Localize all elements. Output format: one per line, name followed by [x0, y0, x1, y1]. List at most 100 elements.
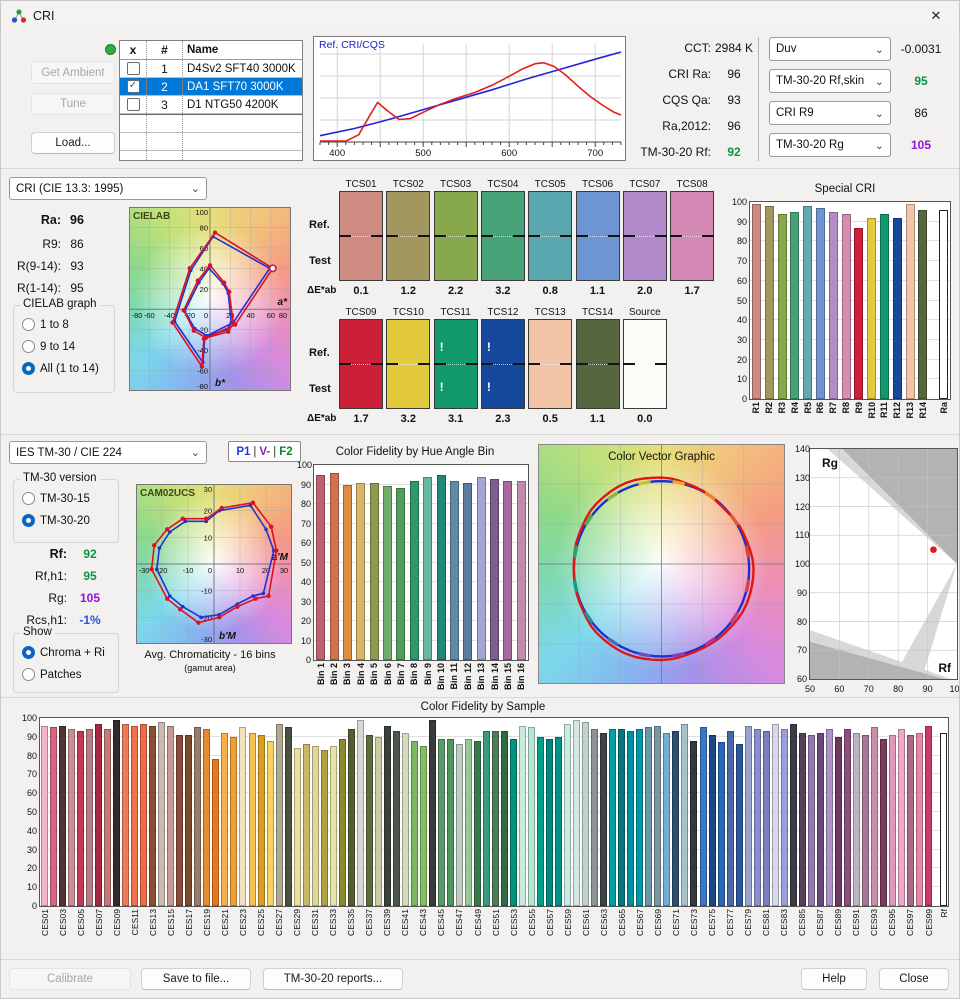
delta-e-value-TCS12: 2.3: [495, 413, 511, 425]
y-tick-label: 30: [736, 334, 747, 345]
bar-Bin 4: [356, 482, 366, 660]
column-header-name: Name: [182, 41, 302, 59]
bar-R13: [905, 204, 915, 399]
tcs-label-TCS04: TCS04: [487, 179, 519, 190]
table-row[interactable]: 1 D4Sv2 SFT40 3000K: [120, 60, 302, 78]
tm30-reports-button[interactable]: TM-30-20 reports...: [263, 968, 403, 990]
bar-R4: [790, 211, 800, 399]
delta-e-value-TCS06: 1.1: [589, 285, 606, 297]
warning-icon: !: [486, 340, 491, 354]
tcs-label-TCS06: TCS06: [581, 179, 614, 190]
bar-Bin 9: [423, 476, 433, 660]
row-checkbox-cell: [120, 96, 146, 113]
calibrate-button[interactable]: Calibrate: [9, 968, 131, 990]
tcs-label-TCS14: TCS14: [581, 307, 614, 318]
tune-button[interactable]: Tune: [31, 93, 115, 115]
pvf-f2: F2: [279, 445, 293, 458]
bar-R11: [879, 213, 889, 399]
chart-subcaption: (gamut area): [184, 663, 236, 673]
close-window-button[interactable]: Close: [879, 968, 949, 990]
delta-e-value-TCS05: 0.8: [542, 285, 558, 297]
radio-dot: [22, 514, 35, 527]
x-tick-label: Bin 14: [489, 663, 500, 691]
x-tick-label: CES93: [869, 909, 880, 936]
x-tick-label: R13: [905, 402, 915, 419]
radio-patches[interactable]: Patches: [22, 668, 82, 681]
radio-all-1-to-14[interactable]: All (1 to 14): [22, 362, 99, 375]
divider: [758, 37, 759, 161]
x-tick-label: CES05: [75, 909, 86, 936]
load-button[interactable]: Load...: [31, 132, 115, 154]
svg-text:40: 40: [246, 311, 254, 320]
save-to-file-button[interactable]: Save to file...: [141, 968, 251, 990]
bar-CES44: [428, 719, 436, 906]
bar-CES31: [311, 746, 319, 906]
patch-dash: [560, 235, 573, 237]
bar-CES80: [753, 729, 761, 906]
y-tick-label: 40: [736, 315, 747, 326]
pvf-separator: |: [273, 445, 277, 458]
row-number: 1: [146, 60, 182, 77]
show-group: Show Chroma + Ri Patches: [13, 626, 119, 693]
patch-dash: [607, 235, 620, 237]
close-button[interactable]: ✕: [921, 5, 951, 27]
y-tick-label: 100: [795, 559, 811, 569]
metric-dropdown-3[interactable]: CRI R9 ⌄: [769, 101, 891, 125]
checkbox-checked[interactable]: ✓: [126, 80, 140, 93]
color-vector-graphic: Color Vector Graphic: [538, 444, 785, 684]
tcs-label-TCS05: TCS05: [534, 179, 566, 190]
rf-h1-value: 95: [83, 569, 97, 583]
x-tick-label: Bin 15: [502, 663, 513, 691]
bar-Rf: [940, 733, 947, 906]
pvf-toggle-button[interactable]: P1 | V- | F2: [228, 441, 301, 462]
patch-dash: [512, 363, 525, 365]
x-tick-label: CES73: [688, 909, 699, 936]
bar-CES73: [690, 740, 698, 906]
metric-dropdown-2[interactable]: TM-30-20 Rf,skin ⌄: [769, 69, 891, 93]
metric-dropdown-4[interactable]: TM-30-20 Rg ⌄: [769, 133, 891, 157]
help-button[interactable]: Help: [801, 968, 867, 990]
radio-9-to-14[interactable]: 9 to 14: [22, 340, 75, 353]
ces-fidelity-chart: Color Fidelity by Sample CES01 CES03 CES05 C…: [9, 701, 957, 957]
bar-CES37: [365, 734, 373, 906]
r1-14-value: 95: [70, 281, 84, 295]
source-table-header: x # Name: [120, 41, 302, 60]
y-tick-label: 60: [300, 538, 311, 548]
patch-dash: [654, 235, 667, 237]
ces-plot: [39, 717, 949, 907]
x-tick-label: Bin 7: [395, 663, 406, 686]
bar-CES86: [807, 734, 815, 906]
radio-1-to-8[interactable]: 1 to 8: [22, 318, 69, 331]
tcs-patch-area: TCS01 0.1 TCS02 1.2 TCS03 2.2 TCS04 3.2 TCS05 0.8…: [307, 177, 731, 431]
get-ambient-button[interactable]: Get Ambient: [31, 61, 115, 84]
spectral-chart-title: Ref. CRI/CQS: [319, 39, 385, 51]
patch-dash: [339, 363, 351, 365]
radio-tm-30-20[interactable]: TM-30-20: [22, 514, 90, 527]
patch-dash: [386, 363, 399, 365]
bar-Bin 16: [516, 480, 526, 660]
x-tick-label: R2: [764, 402, 775, 414]
x-tick-label: Bin 1: [315, 663, 326, 686]
chevron-down-icon: ⌄: [874, 75, 884, 88]
radio-chroma-ri[interactable]: Chroma + Ri: [22, 646, 105, 659]
y-tick-label: 40: [26, 825, 37, 836]
tm30-method-dropdown[interactable]: IES TM-30 / CIE 224 ⌄: [9, 441, 207, 464]
checkbox[interactable]: [126, 62, 140, 75]
table-row[interactable]: 3 D1 NTG50 4200K: [120, 96, 302, 114]
cri-window: CRI ✕ Get Ambient Tune Load... x # Name …: [0, 0, 960, 999]
table-row[interactable]: ✓ 2 DA1 SFT70 3000K: [120, 78, 302, 96]
rcs-h1-label: Rcs,h1:: [26, 613, 67, 627]
dropdown-value: TM-30-20 Rf,skin: [776, 75, 865, 87]
bar-R9: [854, 227, 864, 399]
group-title: TM-30 version: [20, 472, 100, 484]
cri-method-dropdown[interactable]: CRI (CIE 13.3: 1995) ⌄: [9, 177, 207, 200]
patch-dash: [575, 235, 588, 237]
checkbox[interactable]: [126, 98, 140, 111]
tm30-rf-value: 92: [727, 145, 741, 159]
metric-dropdown-1[interactable]: Duv ⌄: [769, 37, 891, 61]
radio-tm-30-15[interactable]: TM-30-15: [22, 492, 90, 505]
bar-CES97: [906, 734, 914, 906]
svg-text:Rf: Rf: [938, 661, 952, 675]
patch-dash: [607, 363, 620, 365]
bar-CES72: [681, 723, 689, 906]
